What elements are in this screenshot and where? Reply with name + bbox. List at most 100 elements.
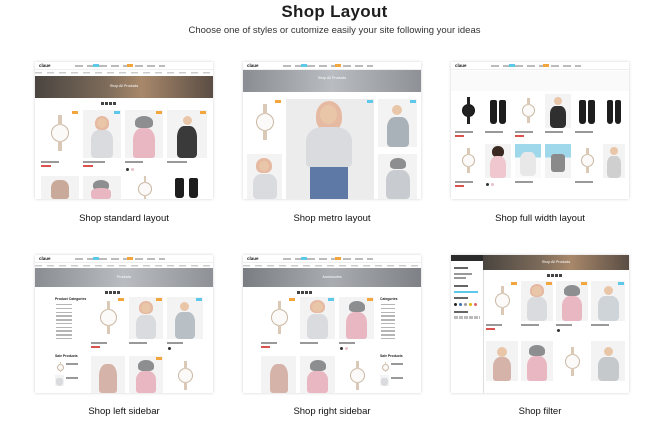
- layout-card-filter[interactable]: Shop All Products Shop filter: [451, 255, 629, 420]
- mini-top: [346, 312, 367, 339]
- layout-card-metro[interactable]: claue Shop All Products Shop metro layou…: [243, 62, 421, 232]
- mini-swatch: [474, 303, 477, 306]
- layout-preview-left-sidebar[interactable]: claue Products Product Categories Sale P…: [35, 255, 213, 393]
- mini-swatch: [345, 347, 348, 350]
- mini-product: [339, 356, 374, 393]
- mini-category-bar: [35, 263, 213, 267]
- watch-icon: [522, 98, 535, 123]
- layout-card-full-width[interactable]: claue Shop full width layout: [451, 62, 629, 232]
- mini-swatch: [469, 303, 472, 306]
- mini-top: [56, 378, 63, 386]
- layout-card-standard[interactable]: claue Shop All Products Shop standard la…: [35, 62, 213, 232]
- mini-swatch: [454, 303, 457, 306]
- mini-top: [99, 364, 117, 393]
- mini-face: [497, 347, 507, 357]
- mini-face: [610, 147, 618, 155]
- boot-icon: [499, 100, 506, 124]
- layout-preview-metro[interactable]: claue Shop All Products: [243, 62, 421, 199]
- mini-view-switcher: [105, 291, 121, 294]
- layout-card-right-sidebar[interactable]: claue Accessories Categories Sale Produc…: [243, 255, 421, 420]
- mini-text: [66, 377, 78, 379]
- mini-top: [387, 117, 409, 147]
- mini-badge: [511, 282, 517, 285]
- layout-label[interactable]: Shop filter: [441, 406, 639, 417]
- layout-card-left-sidebar[interactable]: claue Products Product Categories Sale P…: [35, 255, 213, 420]
- mini-filter-header: [451, 255, 483, 261]
- mini-product: [261, 297, 296, 339]
- layout-label[interactable]: Shop metro layout: [233, 213, 431, 224]
- mini-header: claue: [451, 62, 629, 70]
- mini-product: [41, 176, 79, 199]
- mini-text: [391, 363, 403, 365]
- mini-price: [91, 346, 100, 348]
- mini-text: [545, 131, 563, 133]
- mini-top: [520, 152, 536, 176]
- mini-product: [556, 281, 588, 321]
- mini-top: [607, 156, 621, 178]
- mini-swatch: [464, 303, 467, 306]
- mini-text: [391, 377, 403, 379]
- layout-label[interactable]: Shop left sidebar: [25, 406, 223, 417]
- watch-icon: [495, 286, 510, 315]
- mini-product: [261, 356, 296, 393]
- page-subtitle: Choose one of styles or cutomize easily …: [188, 25, 481, 36]
- mini-face: [532, 286, 542, 296]
- mini-top: [253, 174, 277, 199]
- mini-hero-text: Shop All Products: [317, 76, 347, 80]
- mini-sidebar-heading: Sale Products: [380, 354, 403, 358]
- mini-product: [41, 110, 79, 158]
- mini-nav-badge: [127, 257, 133, 260]
- mini-nav: [491, 64, 581, 67]
- mini-nav-badge: [301, 64, 307, 67]
- mini-swatch: [486, 183, 489, 186]
- mini-price: [486, 328, 495, 330]
- mini-header: claue: [243, 255, 421, 263]
- layout-preview-filter[interactable]: Shop All Products: [451, 255, 629, 393]
- mini-text: [66, 363, 78, 365]
- mini-product: [91, 356, 125, 393]
- mini-product: [575, 144, 599, 178]
- boot-icon: [490, 100, 497, 124]
- mini-view-switcher: [101, 102, 117, 105]
- watch-icon: [51, 115, 69, 151]
- mini-face: [604, 347, 613, 356]
- mini-cap: [135, 116, 153, 128]
- layout-label[interactable]: Shop right sidebar: [233, 406, 431, 417]
- mini-nav-badge: [509, 64, 515, 67]
- mini-top: [306, 127, 352, 167]
- mini-product: [486, 341, 518, 381]
- mini-product: [575, 94, 599, 128]
- mini-badge: [581, 282, 587, 285]
- mini-face: [320, 105, 337, 124]
- mini-badge: [367, 298, 373, 301]
- mini-filter-panel: [451, 255, 484, 393]
- mini-face: [141, 303, 151, 313]
- mini-hero-banner: Shop All Products: [243, 70, 421, 92]
- mini-hero-banner: [451, 71, 629, 91]
- layout-label[interactable]: Shop full width layout: [441, 213, 639, 224]
- mini-top: [386, 170, 410, 199]
- mini-text: [300, 342, 318, 344]
- mini-top: [270, 364, 288, 393]
- boot-icon: [607, 100, 613, 124]
- layout-preview-standard[interactable]: claue Shop All Products: [35, 62, 213, 199]
- mini-price: [455, 185, 464, 187]
- layout-preview-full-width[interactable]: claue: [451, 62, 629, 199]
- mini-swatch: [168, 347, 171, 350]
- mini-hero-banner: Products: [35, 268, 213, 287]
- mini-price: [41, 165, 51, 167]
- mini-nav: [75, 257, 165, 260]
- mini-product: [378, 154, 417, 199]
- mini-header: claue: [243, 62, 421, 70]
- mini-text: [167, 161, 187, 163]
- mini-cap: [138, 360, 154, 371]
- mini-product: [515, 144, 541, 178]
- mini-top: [381, 378, 388, 386]
- layout-preview-right-sidebar[interactable]: claue Accessories Categories Sale Produc…: [243, 255, 421, 393]
- mini-hero-text: Shop All Products: [109, 84, 139, 88]
- mini-top: [175, 312, 195, 339]
- mini-hero-banner: Shop All Products: [483, 255, 629, 270]
- mini-hero-banner: Accessories: [243, 268, 421, 287]
- page-title: Shop Layout: [281, 2, 388, 21]
- layout-label[interactable]: Shop standard layout: [25, 213, 223, 224]
